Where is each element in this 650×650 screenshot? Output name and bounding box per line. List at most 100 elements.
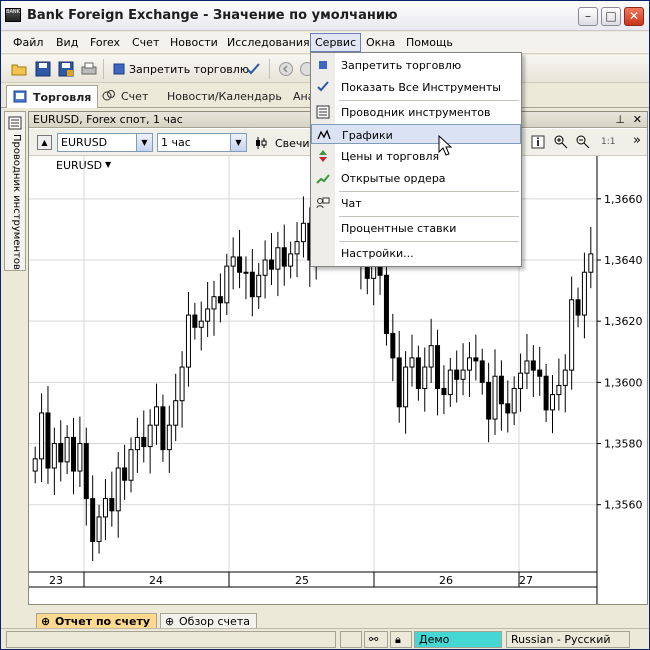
candle-body[interactable]	[90, 498, 96, 542]
candle-body[interactable]	[217, 296, 223, 304]
candle-body[interactable]	[505, 403, 511, 414]
candle-body[interactable]	[569, 299, 575, 371]
candle-body[interactable]	[134, 436, 140, 451]
candle-body[interactable]	[64, 436, 70, 463]
candle-body[interactable]	[403, 366, 409, 408]
candle-body[interactable]	[530, 360, 536, 371]
menu-news[interactable]: Новости	[170, 36, 218, 49]
language-indicator[interactable]: Russian - Русский	[506, 631, 630, 648]
candle-body[interactable]	[211, 296, 217, 310]
candle-body[interactable]	[96, 516, 102, 542]
candle-body[interactable]	[205, 308, 211, 322]
candle-body[interactable]	[518, 372, 524, 389]
instrument-explorer-strip[interactable]: Проводник инструментов	[4, 111, 26, 271]
tab-trading[interactable]: Торговля	[6, 85, 99, 108]
candle-body[interactable]	[486, 381, 492, 420]
candle-body[interactable]	[243, 271, 249, 274]
candle-body[interactable]	[473, 357, 479, 362]
zoom-reset-button[interactable]: 1:1	[601, 137, 615, 147]
candle-body[interactable]	[122, 467, 128, 481]
menu-item-interest-rates[interactable]: Процентные ставки	[311, 218, 521, 238]
candle-body[interactable]	[454, 369, 460, 380]
tab-account-report[interactable]: ⊕ Отчет по счету	[36, 613, 158, 628]
candle-body[interactable]	[179, 366, 185, 402]
close-pane-icon[interactable]: ✕	[633, 112, 642, 127]
candle-body[interactable]	[511, 387, 517, 414]
close-button[interactable]: ✕	[624, 7, 644, 26]
candle-body[interactable]	[32, 458, 38, 472]
zoom-out-icon[interactable]	[575, 134, 590, 149]
candle-body[interactable]	[447, 369, 453, 396]
block-trading-icon[interactable]	[111, 61, 127, 77]
candle-body[interactable]	[549, 394, 555, 411]
candle-body[interactable]	[466, 357, 472, 371]
candle-body[interactable]	[543, 375, 549, 411]
candle-body[interactable]	[128, 449, 134, 481]
candle-body[interactable]	[147, 424, 153, 448]
tab-account-overview[interactable]: ⊕ Обзор счета	[160, 613, 257, 628]
candle-body[interactable]	[390, 332, 396, 359]
more-tools-icon[interactable]: »	[633, 133, 641, 148]
menu-item-block-trading[interactable]: Запретить торговлю	[311, 55, 521, 75]
menu-service[interactable]: Сервис	[310, 33, 362, 52]
candle-body[interactable]	[460, 369, 466, 380]
print-icon[interactable]	[81, 61, 97, 77]
menu-view[interactable]: Вид	[56, 36, 78, 49]
candle-body[interactable]	[575, 299, 581, 316]
candle-body[interactable]	[524, 360, 530, 374]
candle-body[interactable]	[441, 387, 447, 396]
menu-item-chat[interactable]: Чат	[311, 193, 521, 213]
candle-body[interactable]	[288, 253, 294, 267]
menu-research[interactable]: Исследования	[227, 36, 310, 49]
candle-body[interactable]	[198, 320, 204, 328]
candle-body[interactable]	[51, 443, 57, 469]
open-folder-icon[interactable]	[11, 61, 27, 77]
block-trading-button[interactable]: Запретить торговлю	[129, 63, 249, 76]
candle-body[interactable]	[422, 366, 428, 389]
minimize-button[interactable]: –	[578, 7, 598, 26]
menu-forex[interactable]: Forex	[90, 36, 120, 49]
menu-item-show-all[interactable]: Показать Все Инструменты	[311, 77, 521, 97]
candle-body[interactable]	[268, 259, 274, 270]
candle-body[interactable]	[109, 498, 115, 512]
menu-item-settings[interactable]: Настройки...	[311, 243, 521, 263]
candle-body[interactable]	[237, 256, 243, 273]
candle-body[interactable]	[83, 443, 89, 500]
menu-file[interactable]: Файл	[13, 36, 43, 49]
menu-help[interactable]: Помощь	[406, 36, 453, 49]
back-icon[interactable]	[278, 61, 294, 77]
candle-body[interactable]	[154, 406, 160, 426]
candle-body[interactable]	[256, 274, 262, 298]
candle-body[interactable]	[262, 259, 268, 276]
candle-body[interactable]	[275, 247, 281, 270]
candle-body[interactable]	[396, 357, 402, 408]
candle-body[interactable]	[428, 345, 434, 368]
menu-item-open-orders[interactable]: Открытые ордера	[311, 168, 521, 188]
candle-body[interactable]	[294, 241, 300, 255]
symbol-select[interactable]: EURUSD ▼	[57, 133, 153, 152]
candle-body[interactable]	[364, 265, 370, 279]
menu-windows[interactable]: Окна	[366, 36, 395, 49]
candle-body[interactable]	[498, 375, 504, 405]
candle-body[interactable]	[58, 443, 64, 463]
menu-item-charts[interactable]: Графики	[311, 124, 521, 144]
menu-item-prices-trading[interactable]: Цены и торговля	[311, 146, 521, 166]
candle-body[interactable]	[160, 406, 166, 451]
candle-body[interactable]	[537, 369, 543, 377]
candle-body[interactable]	[230, 256, 236, 267]
candle-body[interactable]	[173, 400, 179, 426]
candle-body[interactable]	[71, 436, 77, 472]
candle-body[interactable]	[192, 314, 198, 328]
check-icon[interactable]	[245, 61, 261, 77]
pin-icon[interactable]: ⊥	[615, 112, 625, 127]
candle-body[interactable]	[39, 412, 45, 460]
candle-body[interactable]	[185, 314, 191, 368]
candle-body[interactable]	[556, 384, 562, 396]
candle-body[interactable]	[409, 357, 415, 368]
candle-body[interactable]	[581, 271, 587, 316]
candle-body[interactable]	[102, 498, 108, 518]
candle-body[interactable]	[435, 345, 441, 389]
candle-body[interactable]	[562, 369, 568, 386]
zoom-in-icon[interactable]	[553, 134, 568, 149]
candle-body[interactable]	[224, 265, 230, 304]
